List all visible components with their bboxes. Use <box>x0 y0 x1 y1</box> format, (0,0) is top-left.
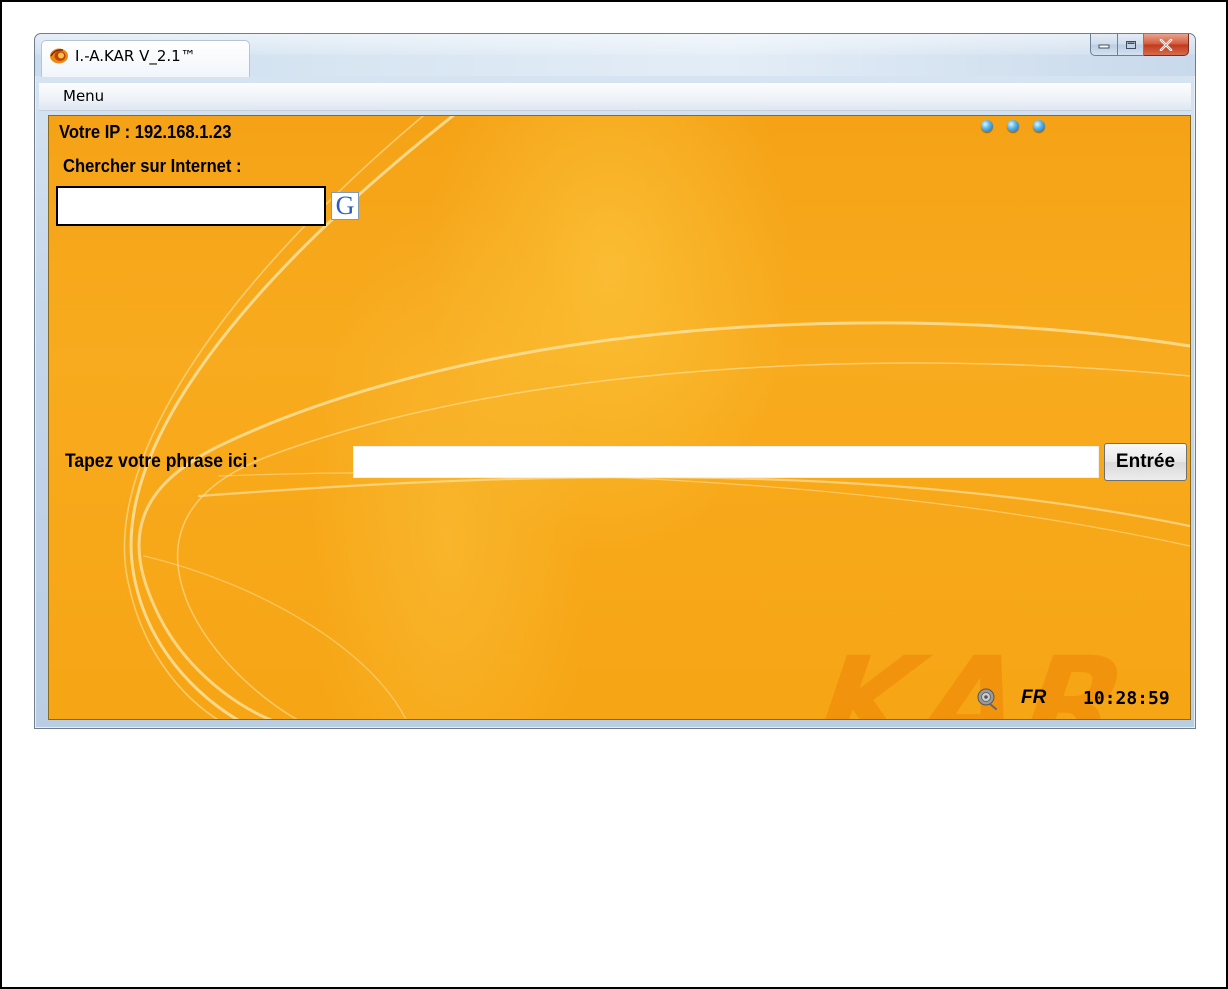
indicator-dot <box>1007 120 1019 132</box>
menu-bar: Menu <box>39 83 1191 111</box>
app-window: I.-A.KAR V_2.1™ Menu Votre IP: 192.168.… <box>34 33 1196 729</box>
indicator-dot <box>981 120 993 132</box>
caption-buttons <box>1090 34 1189 56</box>
minimize-icon <box>1098 44 1110 48</box>
swirl-app-icon[interactable] <box>49 47 69 65</box>
phrase-label: Tapez votre phrase ici : <box>65 451 258 472</box>
google-search-button[interactable]: G <box>331 192 359 220</box>
menu-item-menu[interactable]: Menu <box>63 87 104 105</box>
google-icon: G <box>335 191 355 220</box>
internet-search-label: Chercher sur Internet : <box>63 156 242 176</box>
minimize-button[interactable] <box>1090 34 1118 56</box>
close-button[interactable] <box>1144 34 1189 56</box>
main-panel: Votre IP : 192.168.1.23 Chercher sur Int… <box>48 115 1191 720</box>
ip-address-label: Votre IP : 192.168.1.23 <box>59 122 232 142</box>
close-icon <box>1159 38 1173 51</box>
maximize-button[interactable] <box>1118 34 1144 56</box>
language-indicator[interactable]: FR <box>1021 687 1046 709</box>
phrase-input[interactable] <box>353 446 1099 478</box>
enter-button[interactable]: Entrée <box>1104 443 1187 481</box>
speaker-icon[interactable] <box>975 686 999 710</box>
clock: 10:28:59 <box>1083 688 1170 709</box>
indicator-dots <box>981 120 1045 132</box>
maximize-icon <box>1125 40 1136 49</box>
window-title: I.-A.KAR V_2.1™ <box>75 47 196 65</box>
title-bar[interactable]: I.-A.KAR V_2.1™ <box>35 34 1195 77</box>
internet-search-input[interactable] <box>56 186 326 226</box>
indicator-dot <box>1033 120 1045 132</box>
